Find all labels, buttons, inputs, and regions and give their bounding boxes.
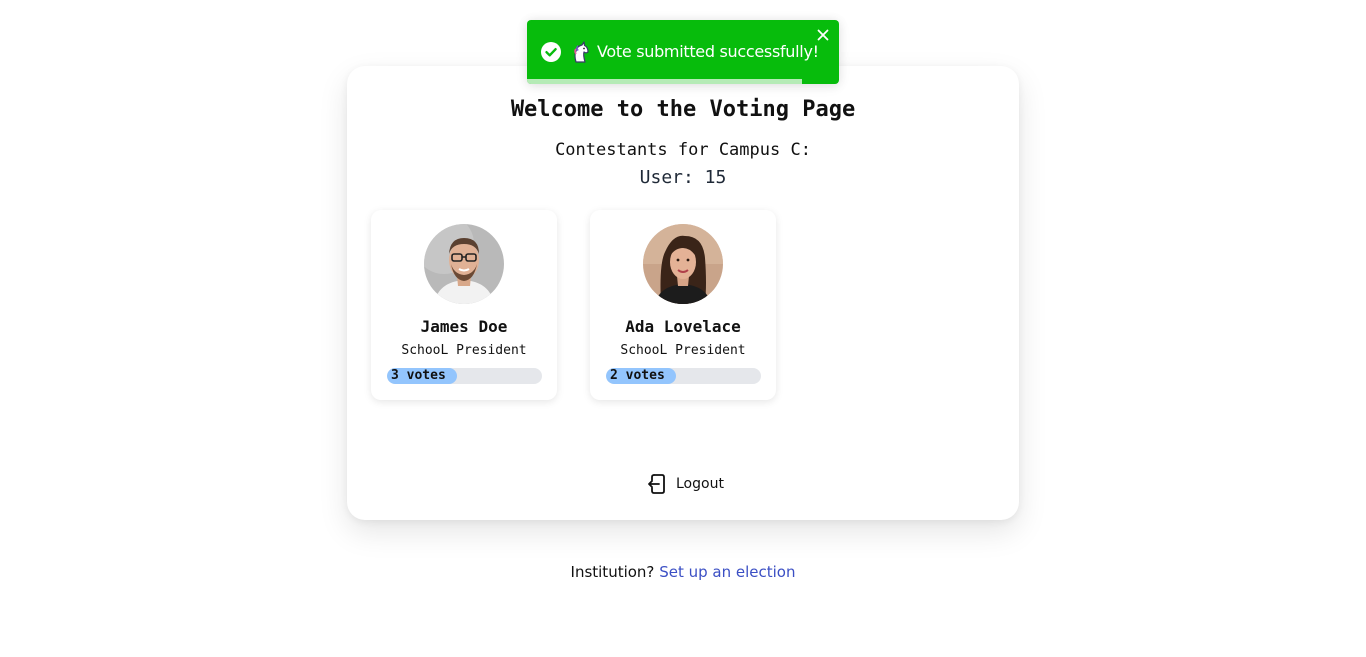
voting-page: Welcome to the Voting Page Contestants f… bbox=[0, 0, 1366, 657]
toast-message: Vote submitted successfully! bbox=[597, 42, 819, 61]
contestant-role: SchooL President bbox=[401, 343, 527, 358]
woman-portrait-photo bbox=[643, 224, 723, 304]
logout-label: Logout bbox=[676, 476, 724, 492]
vote-count-label: 2 votes bbox=[610, 368, 665, 383]
logout-icon bbox=[648, 474, 665, 494]
contestant-name: Ada Lovelace bbox=[625, 317, 741, 336]
unicorn-icon bbox=[574, 41, 589, 63]
contestant-role: SchooL President bbox=[620, 343, 746, 358]
contestant-name: James Doe bbox=[420, 317, 508, 336]
contestant-card-ada-lovelace[interactable]: Ada Lovelace SchooL President 2 votes bbox=[590, 210, 776, 400]
setup-election-link[interactable]: Set up an election bbox=[659, 563, 795, 581]
page-title: Welcome to the Voting Page bbox=[510, 97, 856, 122]
user-id-label: User: 15 bbox=[639, 167, 727, 188]
success-toast[interactable]: Vote submitted successfully! bbox=[527, 20, 839, 84]
close-icon[interactable] bbox=[816, 28, 830, 42]
vote-progress-bar: 3 votes bbox=[387, 368, 542, 384]
contestant-avatar bbox=[424, 224, 504, 304]
vote-count-label: 3 votes bbox=[391, 368, 446, 383]
vote-progress-bar: 2 votes bbox=[606, 368, 761, 384]
footer-prompt: Institution? Set up an election bbox=[0, 563, 1366, 581]
institution-label: Institution? bbox=[570, 563, 655, 581]
toast-progress-bar bbox=[527, 79, 802, 84]
contestant-avatar bbox=[643, 224, 723, 304]
campus-subtitle: Contestants for Campus C: bbox=[555, 140, 811, 160]
man-portrait-photo bbox=[424, 224, 504, 304]
logout-button[interactable]: Logout bbox=[645, 472, 724, 496]
contestant-card-james-doe[interactable]: James Doe SchooL President 3 votes bbox=[371, 210, 557, 400]
check-circle-icon bbox=[541, 42, 561, 62]
